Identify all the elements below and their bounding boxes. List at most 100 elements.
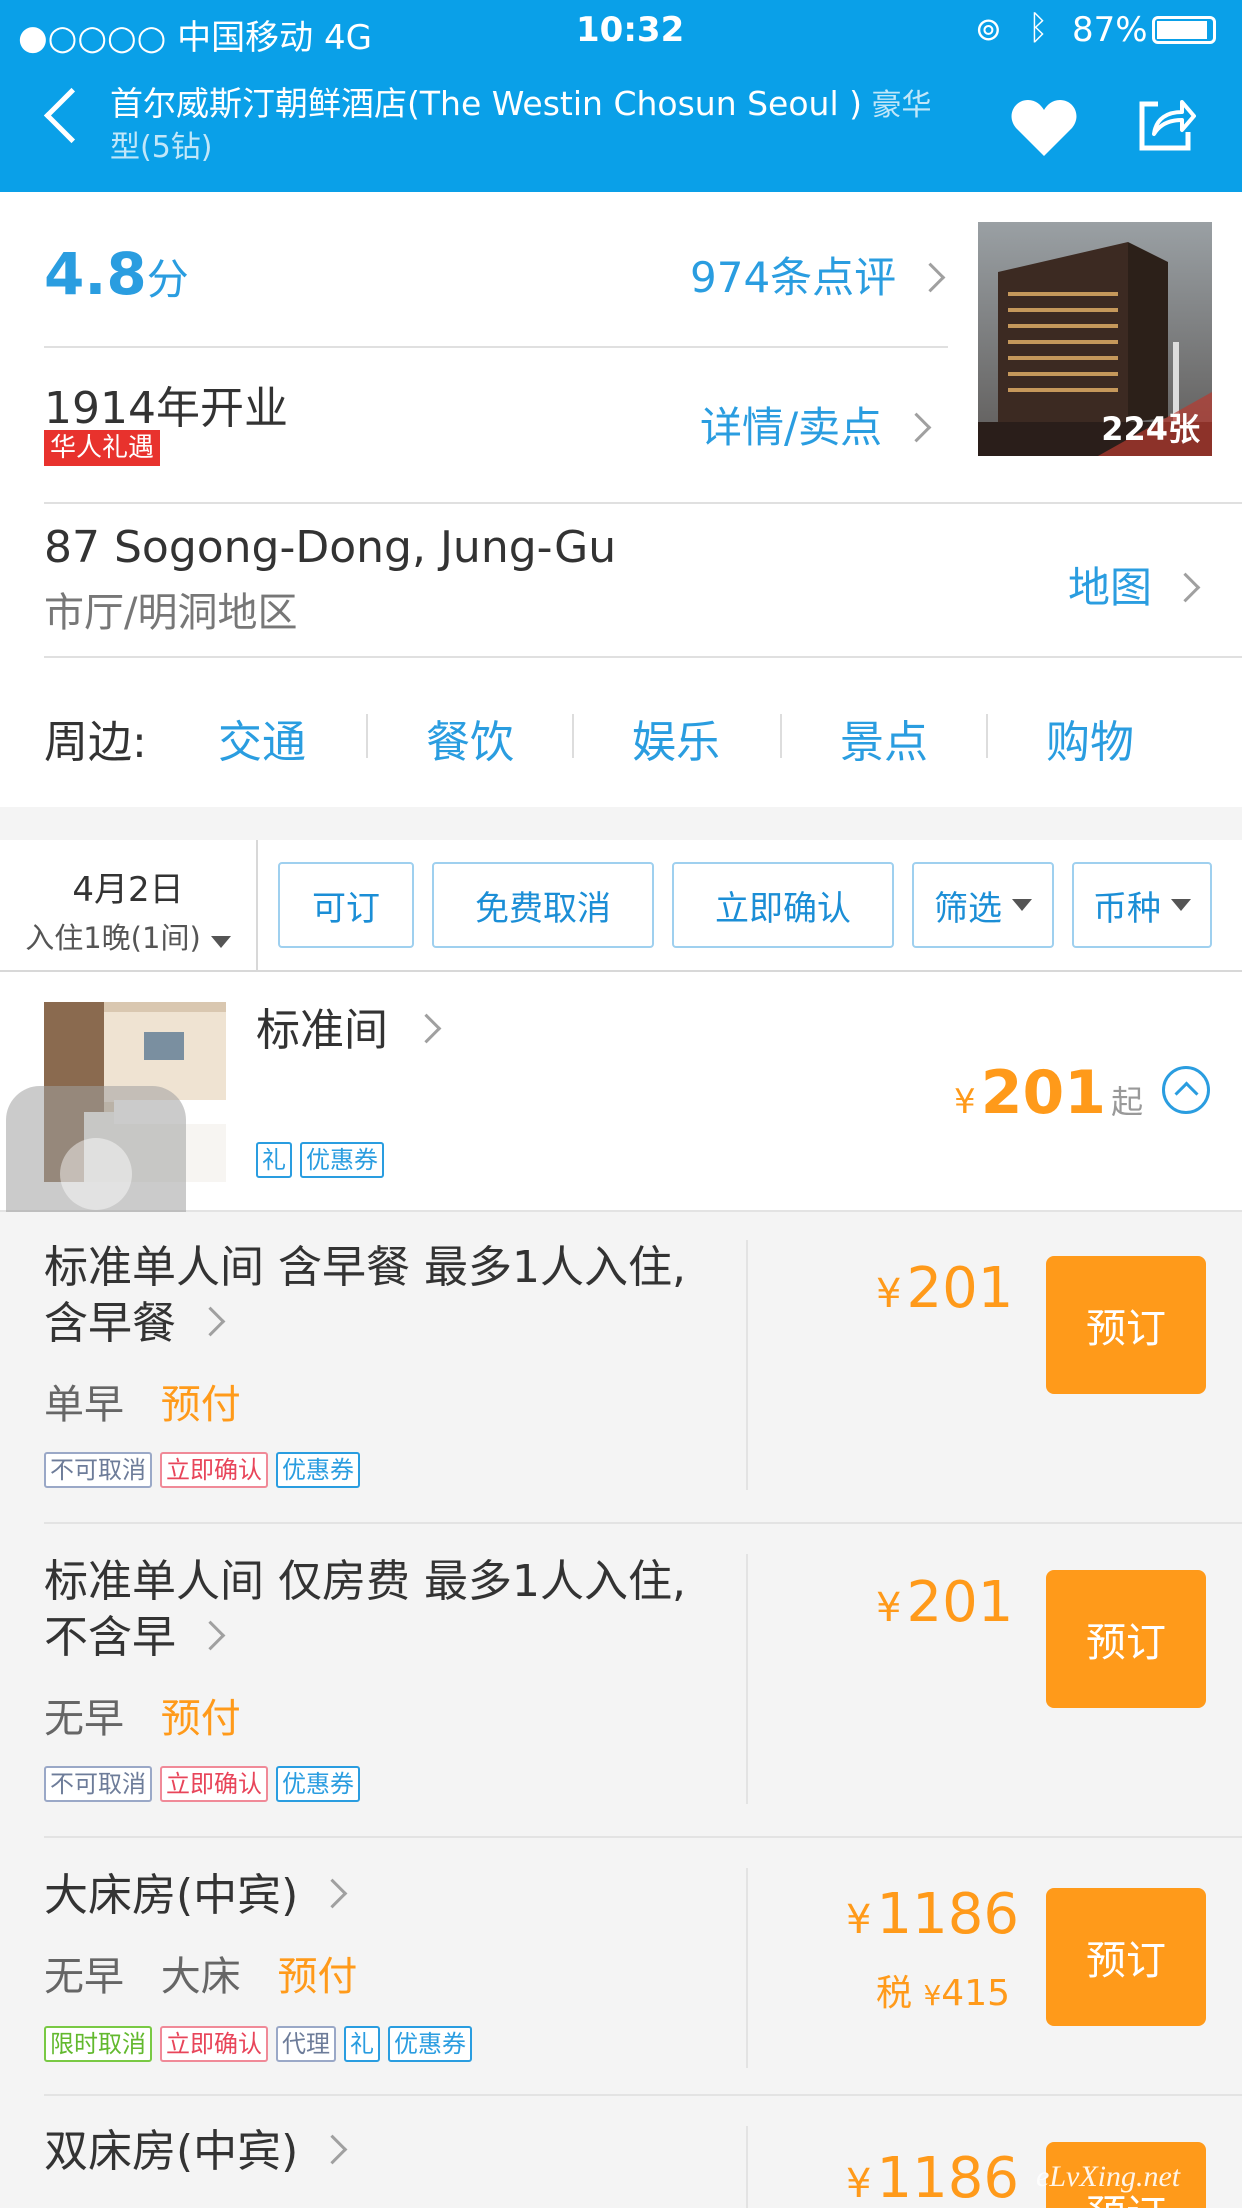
map-link[interactable]: 地图: [1068, 554, 1201, 615]
gift-tag: 礼: [256, 1142, 292, 1178]
stay-info: 入住1晚(1间): [25, 921, 201, 955]
rate-row: 大床房(中宾) 无早 大床 预付 限时取消 立即确认 代理礼优惠券 ¥ 1186 税…: [0, 1840, 1242, 2096]
map-label: 地图: [1068, 563, 1153, 612]
watermark: eLvXing.net: [1036, 2160, 1181, 2193]
nearby-transport[interactable]: 交通: [218, 706, 306, 770]
filter-label: 筛选: [934, 888, 1002, 929]
filter-instant-confirm[interactable]: 立即确认: [672, 862, 894, 948]
currency-symbol: ¥: [846, 2161, 872, 2207]
page-title: 首尔威斯汀朝鲜酒店(The Westin Chosun Seoul ) 豪华 型…: [110, 84, 990, 168]
chevron-right-icon: [195, 1620, 226, 1651]
rate-title-line1: 双床房(中宾): [44, 2126, 299, 2177]
payment-type: 预付: [277, 1954, 358, 2000]
rate-meta: 无早 大床 预付: [44, 1944, 357, 2002]
favorite-heart-icon[interactable]: [1010, 98, 1078, 158]
currency-button[interactable]: 币种: [1072, 862, 1212, 948]
currency-symbol: ¥: [954, 1082, 976, 1122]
rate-tags: 限时取消 立即确认 代理礼优惠券: [44, 2026, 480, 2062]
rate-meta: 无早 预付: [44, 1686, 241, 1744]
divider: [44, 502, 1242, 504]
separator: [366, 714, 368, 758]
nearby-label: 周边:: [44, 717, 147, 768]
opening-year: 1914年开业: [44, 383, 288, 434]
separator: [572, 714, 574, 758]
rate-title[interactable]: 标准单人间 含早餐 最多1人入住, 含早餐: [44, 1240, 744, 1352]
divider: [44, 346, 948, 348]
rate-tags: 不可取消 立即确认 优惠券: [44, 1452, 368, 1488]
back-icon[interactable]: [43, 87, 100, 144]
filter-button[interactable]: 筛选: [912, 862, 1054, 948]
chevron-right-icon: [1171, 572, 1201, 603]
dropdown-caret-icon: [1012, 899, 1032, 911]
rate-title-line1: 标准单人间 含早餐 最多1人入住,: [44, 1242, 686, 1293]
chevron-right-icon: [317, 1878, 348, 1909]
divider: [44, 1522, 1242, 1524]
date-picker[interactable]: 4月2日 入住1晚(1间): [0, 840, 258, 970]
room-type-name: 标准间: [256, 994, 442, 1058]
hotel-photo[interactable]: 224张: [978, 222, 1212, 456]
chevron-right-icon: [915, 262, 945, 293]
district: 市厅/明洞地区: [44, 590, 298, 636]
tax-info: 税 ¥415: [876, 1964, 1010, 2016]
rating-score: 4.8分: [44, 240, 189, 308]
separator: [986, 714, 988, 758]
book-button[interactable]: 预订: [1046, 1570, 1206, 1708]
tax-currency: ¥: [923, 1979, 942, 2012]
filter-available[interactable]: 可订: [278, 862, 414, 948]
nearby-shopping[interactable]: 购物: [1046, 706, 1134, 770]
nearby-dining[interactable]: 餐饮: [426, 706, 514, 770]
filter-free-cancel[interactable]: 免费取消: [432, 862, 654, 948]
room-name-label: 标准间: [256, 1005, 388, 1056]
rate-tag: 代理: [276, 2026, 336, 2062]
tax-label: 税: [876, 1973, 913, 2014]
carrier-signal: ●○○○○ 中国移动 4G: [18, 18, 372, 58]
rate-price: ¥ 1186: [846, 1882, 1019, 1947]
rate-tag: 立即确认: [160, 1452, 268, 1488]
bluetooth-icon: ᛒ: [1028, 8, 1049, 48]
rate-title[interactable]: 标准单人间 仅房费 最多1人入住, 不含早: [44, 1554, 744, 1666]
rate-row: 双床房(中宾) ¥ 1186 预订 eLvXing.net: [0, 2098, 1242, 2208]
price-value: 201: [906, 1256, 1014, 1321]
vip-badge: 华人礼遇: [44, 430, 161, 466]
room-type-card[interactable]: 标准间 礼优惠券 ¥ 201 起: [0, 972, 1242, 1212]
share-icon[interactable]: [1136, 96, 1196, 154]
rate-title[interactable]: 双床房(中宾): [44, 2124, 744, 2180]
hotel-grade: 豪华: [862, 88, 932, 123]
divider: [746, 1240, 748, 1490]
checkin-date: 4月2日: [72, 870, 184, 910]
collapse-icon[interactable]: [1162, 1066, 1210, 1114]
rate-tag: 优惠券: [388, 2026, 472, 2062]
divider: [746, 1554, 748, 1804]
nearby-sights[interactable]: 景点: [840, 706, 928, 770]
rate-tags: 不可取消 立即确认 优惠券: [44, 1766, 368, 1802]
book-button[interactable]: 预订: [1046, 1256, 1206, 1394]
price-value: 1186: [876, 2146, 1020, 2208]
rate-tag: 礼: [344, 2026, 380, 2062]
room-price: ¥ 201 起: [954, 1058, 1143, 1128]
rate-tag: 优惠券: [276, 1766, 360, 1802]
rate-title[interactable]: 大床房(中宾): [44, 1868, 744, 1924]
price-value: 201: [906, 1570, 1014, 1635]
currency-label: 币种: [1093, 888, 1161, 929]
reviews-count: 974条点评: [690, 253, 897, 302]
divider: [44, 2094, 1242, 2096]
battery-icon: [1152, 16, 1216, 44]
separator: [780, 714, 782, 758]
book-button[interactable]: 预订: [1046, 1888, 1206, 2026]
nearby-entertainment[interactable]: 娱乐: [632, 706, 720, 770]
chevron-right-icon: [317, 2134, 348, 2165]
orientation-lock-icon: ⊚: [975, 10, 1002, 48]
rating-unit: 分: [146, 255, 189, 304]
hotel-info-card: 4.8分 974条点评 1914年开业 华人礼遇 详情/卖点 224张 87 S…: [0, 192, 1242, 807]
price-from: 起: [1111, 1083, 1144, 1121]
reviews-link[interactable]: 974条点评: [690, 244, 945, 305]
hotel-grade-cont: 型(5钻): [110, 130, 213, 165]
details-link[interactable]: 详情/卖点: [700, 394, 931, 455]
app-header: ●○○○○ 中国移动 4G 10:32 ⊚ ᛒ 87% 首尔威斯汀朝鲜酒店(Th…: [0, 0, 1242, 192]
divider: [746, 1868, 748, 2068]
rate-tag: 不可取消: [44, 1452, 152, 1488]
currency-symbol: ¥: [846, 1897, 872, 1943]
rate-title-line1: 大床房(中宾): [44, 1870, 299, 1921]
payment-type: 预付: [160, 1696, 241, 1742]
breakfast: 无早: [44, 1954, 124, 2000]
